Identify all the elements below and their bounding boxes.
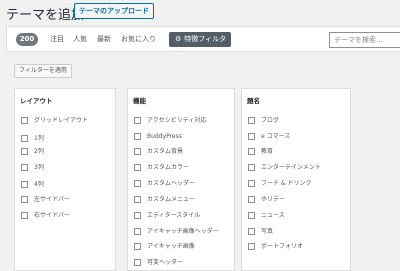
checkbox[interactable]	[248, 164, 255, 171]
checkbox[interactable]	[134, 196, 141, 203]
checkbox[interactable]	[21, 117, 28, 124]
filter-option[interactable]: e コマース	[248, 133, 290, 141]
filter-option[interactable]: エンターテインメント	[248, 164, 321, 172]
filter-option[interactable]: アイキャッチ画像	[134, 243, 195, 251]
checkbox[interactable]	[248, 243, 255, 250]
filter-option[interactable]: アイキャッチ画像ヘッダー	[134, 228, 219, 236]
apply-filters-button[interactable]: フィルターを適用	[14, 64, 72, 78]
checkbox[interactable]	[134, 133, 141, 140]
filter-option[interactable]: カスタムメニュー	[134, 196, 195, 204]
filter-option[interactable]: カスタムカラー	[134, 164, 189, 172]
checkbox[interactable]	[21, 212, 28, 219]
checkbox[interactable]	[248, 180, 255, 187]
filter-group-title: 題名	[247, 97, 260, 105]
filter-option[interactable]: ホリデー	[248, 196, 285, 204]
checkbox[interactable]	[134, 228, 141, 235]
checkbox[interactable]	[21, 135, 28, 142]
theme-count-badge: 200	[16, 33, 38, 46]
filter-option[interactable]: 左サイドバー	[21, 196, 70, 204]
tab-latest[interactable]: 最新	[97, 34, 111, 44]
filter-option[interactable]: 可変ヘッダー	[134, 259, 183, 267]
filter-option[interactable]: アクセシビリティ対応	[134, 117, 206, 125]
filter-option[interactable]: エディタースタイル	[134, 212, 200, 220]
filter-option[interactable]: 1列	[21, 135, 44, 143]
filter-group-layout: レイアウト グリッドレイアウト 1列 2列 3列 4列 左サイドバー 右サイドバ…	[14, 88, 116, 271]
checkbox[interactable]	[21, 164, 28, 171]
filter-group-title: レイアウト	[20, 97, 53, 105]
filter-option[interactable]: 写真	[248, 228, 273, 236]
checkbox[interactable]	[134, 243, 141, 250]
feature-filter-button[interactable]: ⚙ 特徴フィルター	[169, 32, 231, 58]
checkbox[interactable]	[134, 148, 141, 155]
search-input[interactable]: テーマを検索...	[329, 32, 400, 48]
checkbox[interactable]	[248, 212, 255, 219]
filter-option[interactable]: ニュース	[248, 212, 285, 220]
filter-bar: 200 注目 人気 最新 お気に入り ⚙ 特徴フィルター テーマを検索...	[6, 26, 400, 58]
tab-popular[interactable]: 人気	[73, 34, 87, 44]
filter-option[interactable]: ポートフォリオ	[248, 243, 303, 251]
tab-featured[interactable]: 注目	[50, 34, 64, 44]
checkbox[interactable]	[134, 180, 141, 187]
filter-option[interactable]: カスタム背景	[134, 148, 183, 156]
tab-favorites[interactable]: お気に入り	[121, 34, 156, 44]
checkbox[interactable]	[134, 212, 141, 219]
filter-option[interactable]: BuddyPress	[134, 133, 182, 141]
upload-theme-button[interactable]: テーマのアップロード	[74, 3, 154, 19]
filter-option[interactable]: 教育	[248, 148, 273, 156]
filter-option[interactable]: カスタムヘッダー	[134, 180, 195, 188]
filter-group-subject: 題名 ブログ e コマース 教育 エンターテインメント フード & ドリンク ホ…	[241, 88, 351, 271]
feature-filter-label: 特徴フィルター	[175, 35, 227, 58]
gear-icon: ⚙	[175, 35, 182, 43]
checkbox[interactable]	[21, 196, 28, 203]
checkbox[interactable]	[21, 181, 28, 188]
filter-option[interactable]: 4列	[21, 181, 44, 189]
checkbox[interactable]	[248, 196, 255, 203]
checkbox[interactable]	[248, 148, 255, 155]
filter-option[interactable]: グリッドレイアウト	[21, 117, 88, 125]
filter-option[interactable]: 2列	[21, 148, 44, 156]
checkbox[interactable]	[21, 148, 28, 155]
filter-group-title: 機能	[133, 97, 146, 105]
filter-option[interactable]: 右サイドバー	[21, 212, 70, 220]
filter-option[interactable]: フード & ドリンク	[248, 180, 312, 188]
checkbox[interactable]	[134, 164, 141, 171]
filter-option[interactable]: ブログ	[248, 117, 279, 125]
page-title: テーマを追加	[6, 8, 85, 23]
filter-group-features: 機能 アクセシビリティ対応 BuddyPress カスタム背景 カスタムカラー …	[127, 88, 235, 271]
checkbox[interactable]	[248, 117, 255, 124]
checkbox[interactable]	[248, 133, 255, 140]
filter-option[interactable]: 3列	[21, 164, 44, 172]
checkbox[interactable]	[134, 117, 141, 124]
checkbox[interactable]	[134, 259, 141, 266]
checkbox[interactable]	[248, 228, 255, 235]
